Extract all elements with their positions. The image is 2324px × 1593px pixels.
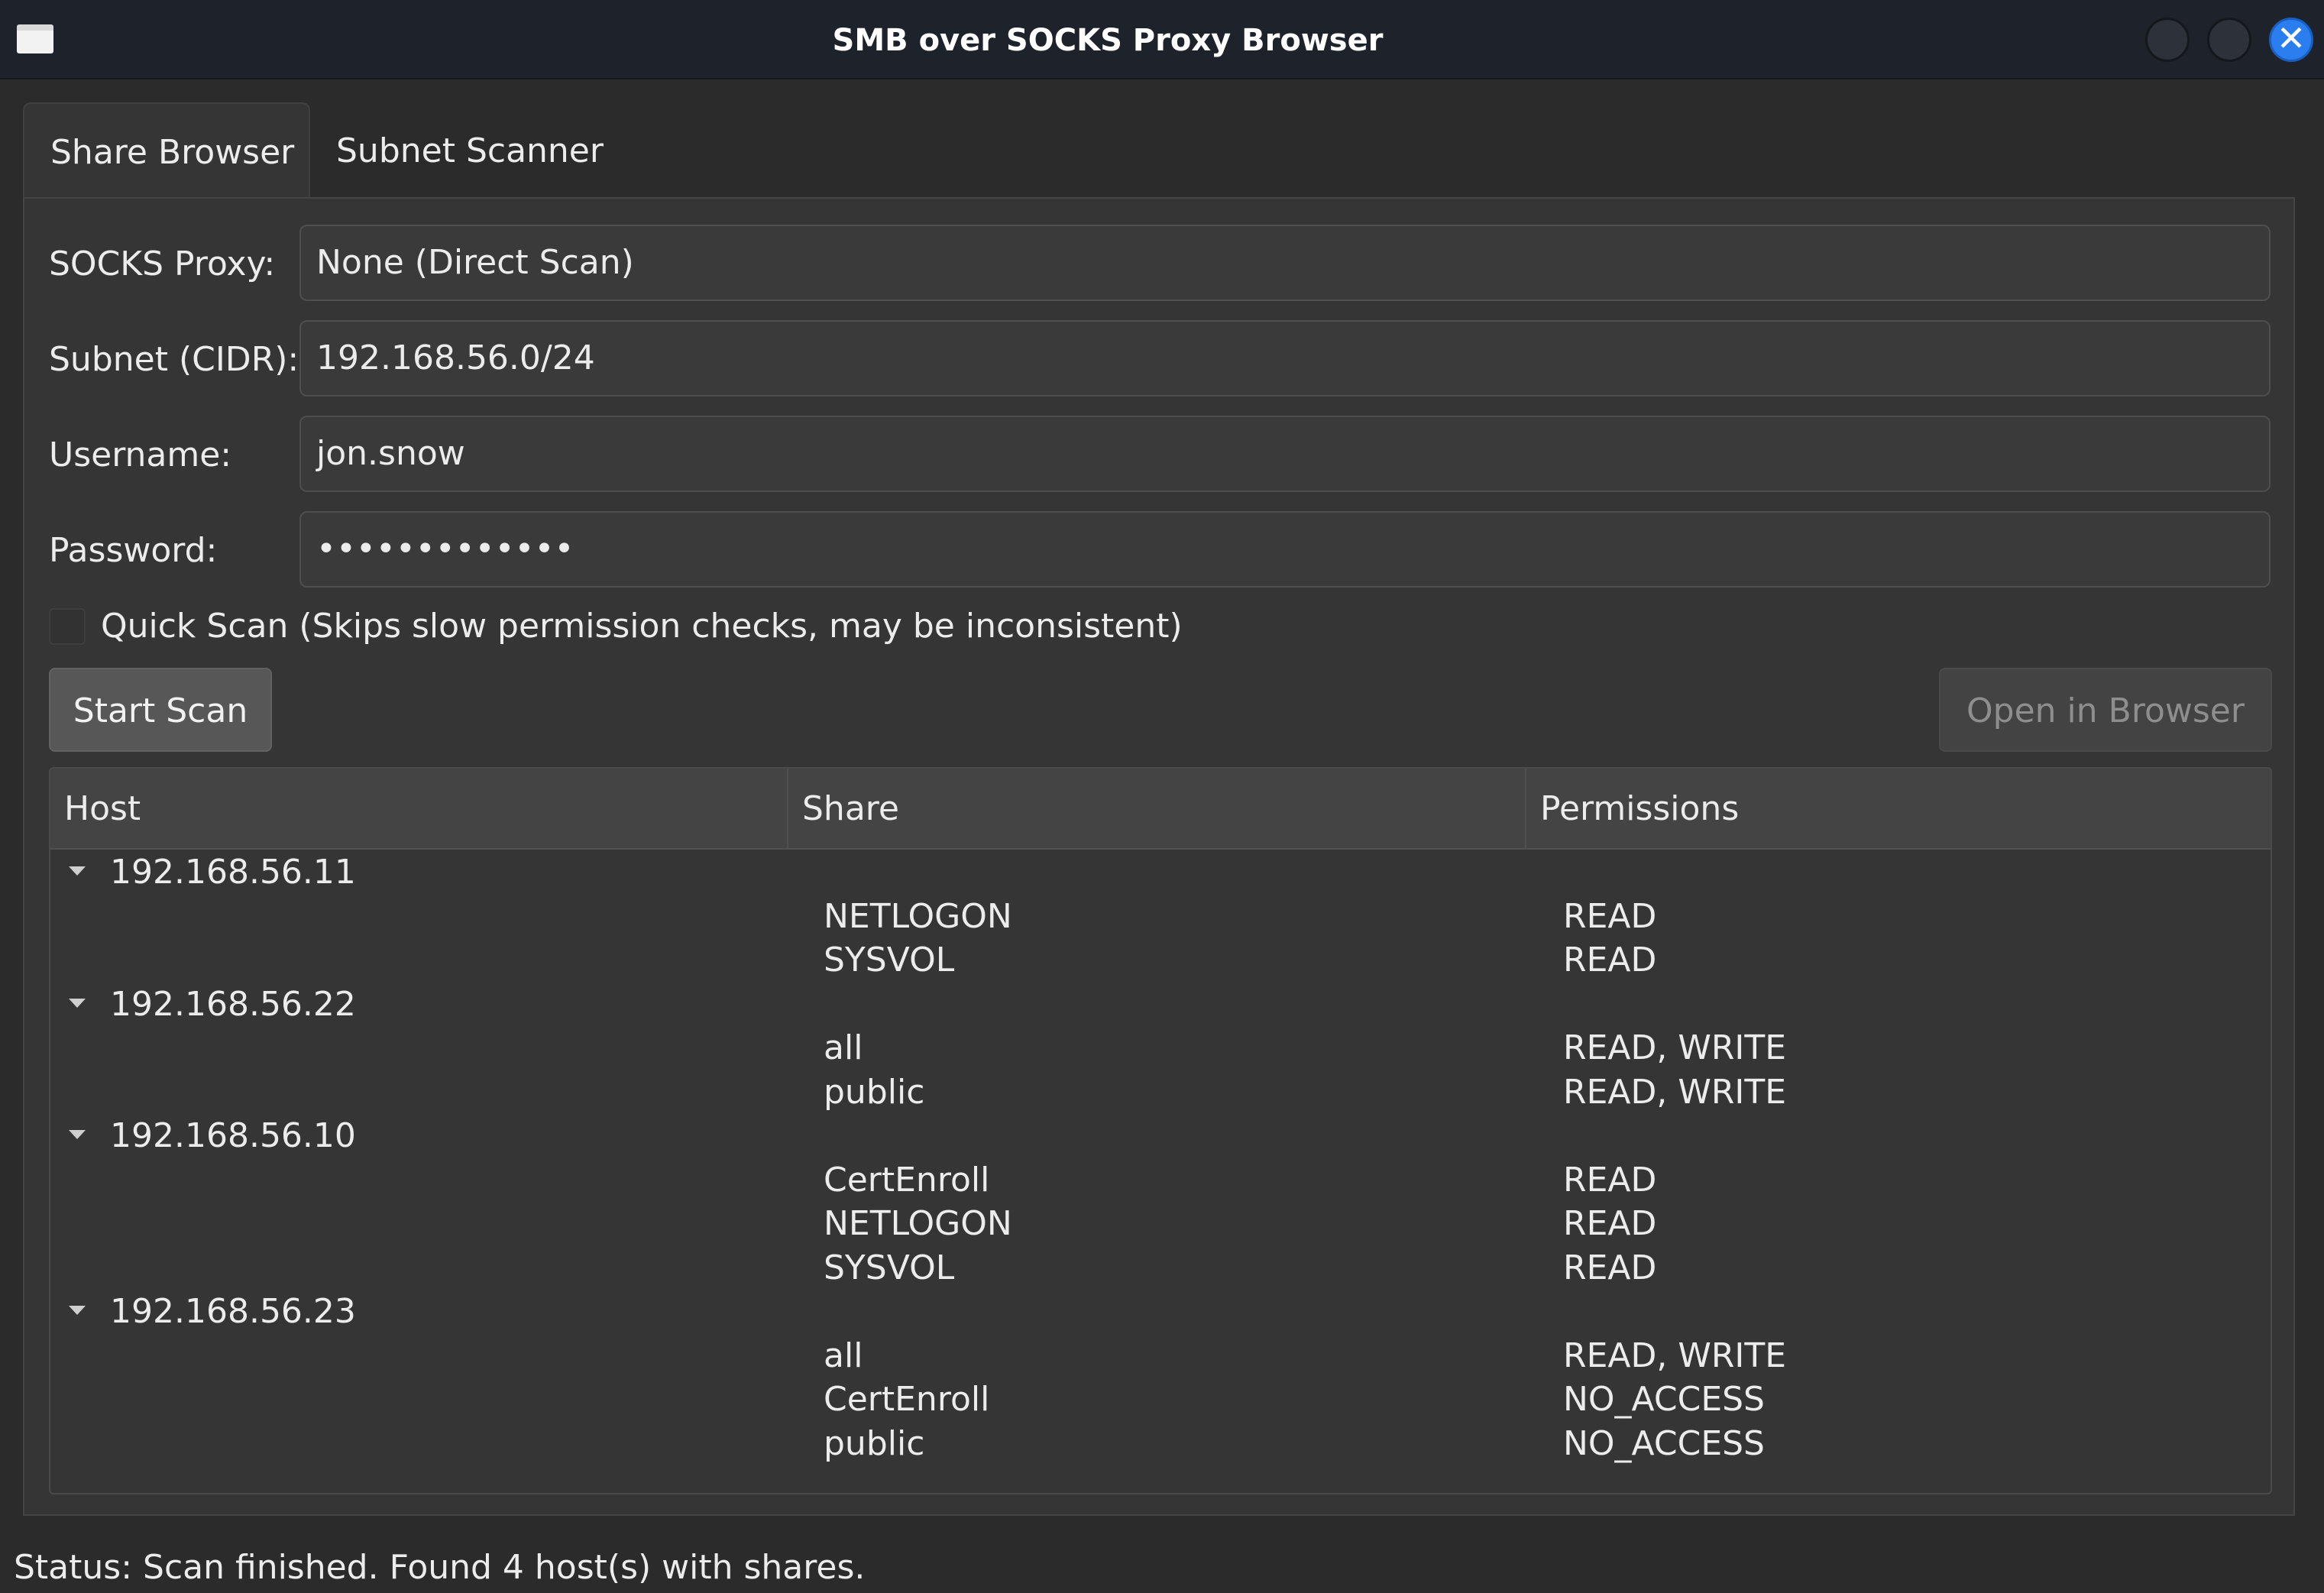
socks-proxy-label: SOCKS Proxy: — [49, 244, 276, 283]
column-header-permissions[interactable]: Permissions — [1526, 769, 2271, 848]
share-name: CertEnroll — [824, 1380, 990, 1419]
share-permissions: NO_ACCESS — [1563, 1380, 1765, 1419]
share-row[interactable]: all READ, WRITE — [50, 1025, 2271, 1070]
share-name: all — [824, 1336, 863, 1375]
host-row[interactable]: 192.168.56.11 — [50, 850, 2271, 894]
share-row[interactable]: NETLOGON READ — [50, 894, 2271, 938]
quick-scan-label[interactable]: Quick Scan (Skips slow permission checks… — [101, 604, 1183, 649]
username-label: Username: — [49, 435, 232, 474]
share-name: NETLOGON — [824, 896, 1012, 936]
share-permissions: NO_ACCESS — [1563, 1423, 1765, 1463]
share-browser-panel: SOCKS Proxy: None (Direct Scan) Subnet (… — [23, 197, 2295, 1516]
password-input[interactable]: ••••••••••••• — [299, 511, 2271, 588]
share-permissions: READ — [1563, 1248, 1657, 1287]
window-title: SMB over SOCKS Proxy Browser — [832, 23, 1384, 58]
subnet-input[interactable]: 192.168.56.0/24 — [299, 320, 2271, 397]
share-row[interactable]: CertEnroll NO_ACCESS — [50, 1377, 2271, 1421]
share-name: public — [824, 1072, 925, 1112]
results-rows: 192.168.56.11 NETLOGON READ SYSVOL READ … — [50, 850, 2271, 1465]
share-permissions: READ, WRITE — [1563, 1072, 1787, 1112]
share-row[interactable]: public READ, WRITE — [50, 1070, 2271, 1114]
host-row[interactable]: 192.168.56.22 — [50, 982, 2271, 1026]
share-name: NETLOGON — [824, 1204, 1012, 1243]
share-row[interactable]: SYSVOL READ — [50, 937, 2271, 982]
host-row[interactable]: 192.168.56.10 — [50, 1113, 2271, 1158]
maximize-button[interactable] — [2207, 18, 2251, 62]
expand-arrow-icon[interactable] — [69, 866, 86, 876]
socks-proxy-select[interactable]: None (Direct Scan) — [299, 225, 2271, 301]
share-name: public — [824, 1423, 925, 1463]
host-ip: 192.168.56.11 — [110, 853, 356, 892]
share-permissions: READ — [1563, 941, 1657, 979]
share-permissions: READ — [1563, 1160, 1657, 1200]
host-ip: 192.168.56.10 — [110, 1116, 356, 1155]
share-name: all — [824, 1028, 863, 1067]
expand-arrow-icon[interactable] — [69, 998, 86, 1008]
share-permissions: READ, WRITE — [1563, 1336, 1787, 1375]
share-permissions: READ, WRITE — [1563, 1028, 1787, 1067]
open-in-browser-button[interactable]: Open in Browser — [1939, 668, 2272, 752]
results-tree[interactable]: Host Share Permissions 192.168.56.11 NET… — [49, 767, 2272, 1494]
tab-share-browser[interactable]: Share Browser — [23, 102, 310, 199]
username-input[interactable]: jon.snow — [299, 416, 2271, 492]
start-scan-button[interactable]: Start Scan — [49, 668, 272, 752]
share-permissions: READ — [1563, 1204, 1657, 1243]
share-row[interactable]: SYSVOL READ — [50, 1245, 2271, 1290]
expand-arrow-icon[interactable] — [69, 1130, 86, 1139]
close-icon: ✕ — [2276, 18, 2306, 59]
app-window: SMB over SOCKS Proxy Browser ✕ Share Bro… — [0, 0, 2324, 1593]
subnet-label: Subnet (CIDR): — [49, 340, 299, 379]
results-header: Host Share Permissions — [50, 769, 2271, 850]
column-header-share[interactable]: Share — [788, 769, 1526, 848]
share-row[interactable]: public NO_ACCESS — [50, 1421, 2271, 1465]
host-ip: 192.168.56.22 — [110, 984, 356, 1024]
minimize-button[interactable] — [2145, 18, 2190, 62]
password-label: Password: — [49, 531, 218, 570]
share-name: SYSVOL — [824, 941, 955, 979]
host-row[interactable]: 192.168.56.23 — [50, 1289, 2271, 1333]
tab-subnet-scanner[interactable]: Subnet Scanner — [310, 102, 616, 199]
status-bar-text: Status: Scan finished. Found 4 host(s) w… — [14, 1548, 866, 1587]
share-permissions: READ — [1563, 896, 1657, 936]
share-row[interactable]: all READ, WRITE — [50, 1333, 2271, 1378]
quick-scan-checkbox[interactable] — [49, 608, 86, 645]
share-row[interactable]: NETLOGON READ — [50, 1201, 2271, 1245]
share-row[interactable]: CertEnroll READ — [50, 1158, 2271, 1202]
expand-arrow-icon[interactable] — [69, 1306, 86, 1315]
column-header-host[interactable]: Host — [50, 769, 788, 848]
title-bar[interactable]: SMB over SOCKS Proxy Browser ✕ — [0, 0, 2324, 79]
share-name: CertEnroll — [824, 1160, 990, 1200]
host-ip: 192.168.56.23 — [110, 1292, 356, 1331]
close-button[interactable]: ✕ — [2269, 18, 2313, 62]
share-name: SYSVOL — [824, 1248, 955, 1287]
